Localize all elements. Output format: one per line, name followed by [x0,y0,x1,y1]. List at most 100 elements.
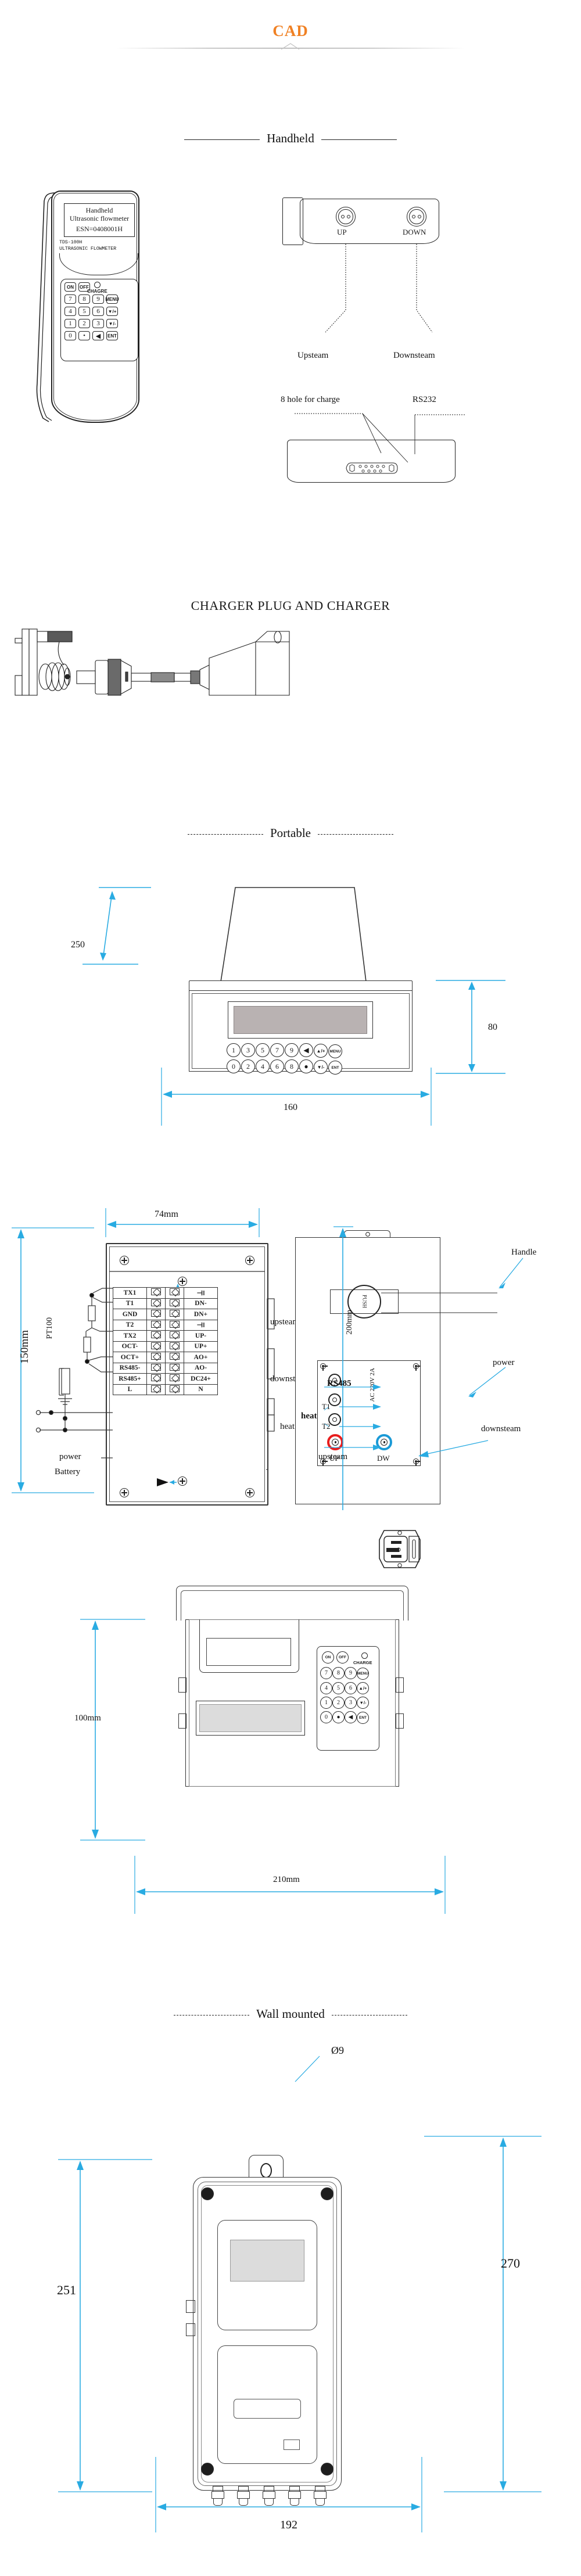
section-header-handheld: Handheld [0,131,581,146]
key-dot[interactable]: • [78,331,90,340]
key-1[interactable]: 1 [64,319,76,328]
terminal-screw-l5[interactable] [146,1341,166,1352]
pkey-5[interactable]: 5 [256,1043,270,1057]
label-rs485-jack: RS485 [327,1379,352,1388]
prkey-dot[interactable]: ● [332,1711,345,1723]
pkey-9[interactable]: 9 [285,1043,299,1057]
pkey-7[interactable]: 7 [270,1043,284,1057]
dim-label-250: 250 [71,940,85,950]
terminal-screw-r7[interactable] [165,1362,184,1374]
terminal-right-7: AO- [184,1362,218,1374]
prkey-8[interactable]: 8 [332,1667,345,1679]
key-menu[interactable]: MENU [105,294,119,304]
terminal-screw-l2[interactable] [146,1309,166,1320]
wall-hinge-upper [186,2300,195,2313]
pkey-1[interactable]: 1 [227,1043,241,1057]
key-back-arrow[interactable]: ◀ [92,331,104,340]
keypad-row-1: 7 8 9 MENU [61,294,138,304]
pkey-menu[interactable]: MENU [328,1044,342,1058]
terminal-screw-r1[interactable] [165,1298,184,1309]
terminal-screw-r5[interactable] [165,1341,184,1352]
key-9[interactable]: 9 [92,294,104,304]
terminal-screw-l0[interactable] [146,1287,166,1299]
callout-upstream-right: upsteam [318,1452,347,1461]
prkey-back-arrow[interactable]: ◀ [345,1711,357,1723]
terminal-screw-l6[interactable] [146,1352,166,1363]
terminal-screw-r9[interactable] [165,1384,184,1395]
handle-callout-leader [498,1258,523,1288]
terminal-screw-l9[interactable] [146,1384,166,1395]
terminal-left-5: OCT- [113,1341,147,1352]
terminal-screw-r4[interactable] [165,1330,184,1342]
callout-power-right: power [493,1358,515,1367]
lcd-line-3: ESN=0408001H [76,224,123,233]
key-8[interactable]: 8 [78,294,90,304]
callout-rs232: RS232 [413,395,436,404]
section-label-wall: Wall mounted [256,2007,325,2021]
terminal-screw-l3[interactable] [146,1319,166,1331]
pkey-up-plus[interactable]: ▲/+ [314,1044,328,1058]
prkey-9[interactable]: 9 [345,1667,357,1679]
terminal-row: TX1 ⊣‖ [113,1287,218,1299]
terminal-screw-l4[interactable] [146,1330,166,1342]
prkey-2[interactable]: 2 [332,1697,345,1709]
label-heat-group: heat [301,1411,317,1421]
terminal-screw-l7[interactable] [146,1362,166,1374]
prkey-5[interactable]: 5 [332,1682,345,1694]
side-dim-200mm [333,1226,353,1510]
terminal-left-2: GND [113,1309,147,1320]
dim-label-251: 251 [57,2283,76,2297]
key-3[interactable]: 3 [92,319,104,328]
prkey-4[interactable]: 4 [320,1682,332,1694]
terminal-screw-r6[interactable] [165,1352,184,1363]
prkey-menu[interactable]: MENU [357,1668,369,1680]
key-4[interactable]: 4 [64,307,76,316]
terminal-screw-r2[interactable] [165,1309,184,1320]
key-down-minus[interactable]: ▼/- [106,319,118,328]
pkey-3[interactable]: 3 [241,1043,255,1057]
label-t1-jack: T1 [322,1402,331,1411]
pkey-back-arrow[interactable]: ◀ [299,1043,313,1057]
key-2[interactable]: 2 [78,319,90,328]
key-on[interactable]: ON [64,282,76,292]
callout-upstream: Upsteam [297,351,329,360]
key-5[interactable]: 5 [78,307,90,316]
handheld-leader-lines [325,244,433,333]
terminal-list: TX1 ⊣‖ T1 DN- GND DN+ T2 ⊣‖ TX2 UP- OCT- UP+ O… [113,1287,218,1395]
terminal-left-1: T1 [113,1298,147,1309]
prkey-down-minus[interactable]: ▼/- [357,1697,369,1709]
prkey-3[interactable]: 3 [345,1697,357,1709]
terminal-left-7: RS485- [113,1362,147,1374]
key-6[interactable]: 6 [92,307,104,316]
divider-left [184,139,260,140]
ac-power-inlet[interactable] [378,1528,421,1570]
key-7[interactable]: 7 [64,294,76,304]
terminal-row: TX2 UP- [113,1330,218,1342]
prkey-1[interactable]: 1 [320,1697,332,1709]
prkey-6[interactable]: 6 [345,1682,357,1694]
key-up-plus[interactable]: ▼/+ [106,307,118,316]
terminal-screw-r3[interactable] [165,1319,184,1331]
prkey-0[interactable]: 0 [320,1711,332,1723]
side-panel-hole [365,1232,370,1237]
key-enter[interactable]: ENT [106,331,118,340]
wall-unit-display [230,2240,304,2282]
terminal-screw-l1[interactable] [146,1298,166,1309]
connector-up[interactable] [336,207,356,227]
prkey-7[interactable]: 7 [320,1667,332,1679]
terminal-screw-r8[interactable] [165,1373,184,1385]
terminal-dim-150mm [12,1227,94,1493]
terminal-screw-r0[interactable] [165,1287,184,1299]
connector-down[interactable] [407,207,426,227]
prkey-up-plus[interactable]: ▲/+ [357,1682,369,1694]
prkey-enter[interactable]: ENT [357,1712,369,1724]
prkey-on[interactable]: ON [322,1651,334,1664]
key-0[interactable]: 0 [64,331,76,340]
callout-8-hole-charge: 8 hole for charge [281,395,340,404]
prkey-off[interactable]: OFF [336,1651,349,1664]
terminal-row: OCT+ AO+ [113,1352,218,1363]
divider-right [321,139,397,140]
dim-label-80: 80 [488,1022,497,1032]
printer-lcd [199,1704,302,1732]
terminal-screw-l8[interactable] [146,1373,166,1385]
